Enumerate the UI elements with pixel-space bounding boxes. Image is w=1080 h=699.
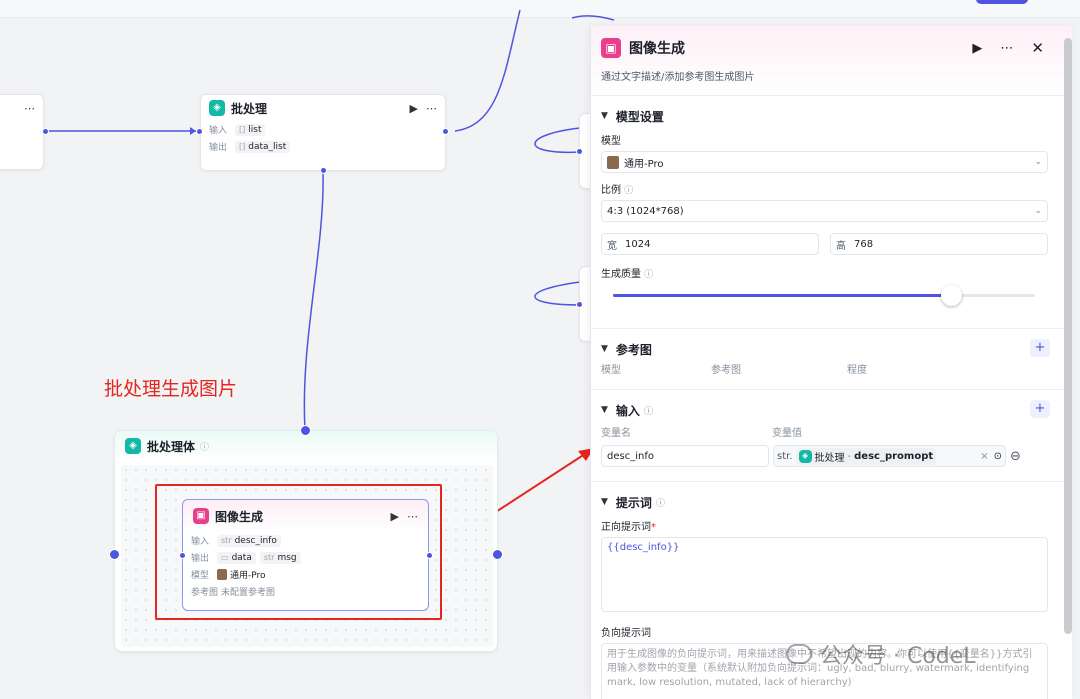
slider-fill <box>613 294 951 297</box>
info-icon: ⓘ <box>643 406 653 417</box>
partial-node-left[interactable]: ⋯ <box>0 94 44 170</box>
clear-icon[interactable]: × <box>980 451 988 462</box>
wire-batch-to-body <box>303 170 324 431</box>
bottom-port[interactable] <box>320 167 327 174</box>
output-port[interactable] <box>442 128 449 135</box>
info-icon: ⓘ <box>624 186 634 196</box>
column-header: 模型 <box>601 365 621 376</box>
output-chip: [] data_list <box>235 140 291 153</box>
remove-input-icon[interactable]: ⊖ <box>1010 449 1021 464</box>
wire-top <box>571 15 615 21</box>
panel-subtitle: 通过文字描述/添加参考图生成图片 <box>601 72 755 83</box>
layers-icon: ◈ <box>798 449 812 463</box>
quality-label: 生成质量 ⓘ <box>601 269 654 280</box>
chevron-down-icon: ⌄ <box>1034 157 1042 167</box>
column-header: 变量名 <box>601 428 631 439</box>
input-port[interactable] <box>109 549 120 560</box>
info-icon: ⓘ <box>655 498 665 509</box>
input-port[interactable] <box>576 301 583 308</box>
quality-slider[interactable] <box>601 284 1062 306</box>
wire-batch-out <box>454 9 521 132</box>
output-port[interactable] <box>42 128 49 135</box>
column-header: 程度 <box>847 365 867 376</box>
section-header[interactable]: ▼ 模型设置 <box>601 96 1062 136</box>
run-icon[interactable]: ▶ <box>972 41 982 56</box>
input-chip: [] list <box>235 123 266 136</box>
scrollbar[interactable] <box>1064 38 1072 634</box>
image-icon: ▣ <box>601 38 621 58</box>
annotation-highlight-box <box>155 484 442 620</box>
variable-reference-chip: ◈ 批处理 - desc_promopt <box>795 447 937 465</box>
wire-loop-1 <box>534 127 581 154</box>
batch-body-title: 批处理体 <box>147 439 196 454</box>
output-label: 输出 <box>209 143 228 153</box>
var-name-input[interactable]: desc_info <box>601 445 769 467</box>
add-input-button[interactable]: + <box>1030 400 1050 418</box>
layers-icon: ◈ <box>209 100 225 116</box>
chevron-down-icon: ▼ <box>601 344 608 354</box>
input-section: ▼ 输入 ⓘ + 变量名 变量值 desc_info str. ◈ 批处理 - … <box>591 390 1072 482</box>
more-icon[interactable]: ⋯ <box>1000 41 1013 56</box>
run-icon[interactable]: ▶ <box>410 102 418 115</box>
info-icon: ⓘ <box>200 442 210 453</box>
chat-bubble-icon <box>786 644 812 664</box>
batch-node[interactable]: ◈ 批处理 ▶ ⋯ 输入 [] list 输出 [] data_list <box>200 94 446 171</box>
ratio-select[interactable]: 4:3 (1024*768) ⌄ <box>601 200 1048 222</box>
chevron-down-icon: ▼ <box>601 111 608 121</box>
layers-icon: ◈ <box>125 438 141 454</box>
var-value-field[interactable]: str. ◈ 批处理 - desc_promopt × ⊙ <box>773 445 1006 467</box>
ratio-label: 比例 ⓘ <box>601 185 634 196</box>
column-header: 变量值 <box>772 428 802 439</box>
node-title: 批处理 <box>231 101 268 116</box>
target-icon[interactable]: ⊙ <box>994 451 1002 462</box>
chevron-down-icon: ▼ <box>601 497 608 507</box>
slider-thumb[interactable] <box>940 285 962 306</box>
section-header[interactable]: ▼ 提示词 ⓘ <box>601 482 1062 522</box>
column-header: 参考图 <box>711 365 741 376</box>
model-label: 模型 <box>601 136 621 147</box>
input-port[interactable] <box>196 128 203 135</box>
close-icon[interactable]: ✕ <box>1031 39 1044 57</box>
negative-prompt-label: 负向提示词 <box>601 628 651 639</box>
input-label: 输入 <box>209 126 228 136</box>
annotation-caption: 批处理生成图片 <box>104 378 238 400</box>
width-field[interactable]: 宽 1024 <box>601 233 819 255</box>
panel-title: 图像生成 <box>629 41 685 57</box>
positive-prompt-label: 正向提示词* <box>601 522 656 533</box>
model-settings-section: ▼ 模型设置 模型 通用-Pro ⌄ 比例 ⓘ 4:3 (1024*768) ⌄… <box>591 96 1072 329</box>
node-config-panel[interactable]: ▣ 图像生成 ▶ ⋯ ✕ 通过文字描述/添加参考图生成图片 ▼ 模型设置 模型 … <box>590 26 1072 699</box>
input-port[interactable] <box>576 148 583 155</box>
model-select[interactable]: 通用-Pro ⌄ <box>601 151 1048 173</box>
add-reference-button[interactable]: + <box>1030 339 1050 357</box>
output-port[interactable] <box>492 549 503 560</box>
watermark: 公众号 · CodeL <box>786 638 976 670</box>
model-avatar-icon <box>607 155 619 169</box>
reference-section: ▼ 参考图 + 模型 参考图 程度 <box>591 329 1072 390</box>
positive-prompt-textarea[interactable]: {{desc_info}} <box>601 537 1048 612</box>
chevron-down-icon: ▼ <box>601 405 608 415</box>
height-field[interactable]: 高 768 <box>830 233 1048 255</box>
more-icon[interactable]: ⋯ <box>24 102 35 115</box>
more-icon[interactable]: ⋯ <box>426 102 437 115</box>
wire-loop-2 <box>534 281 581 306</box>
info-icon: ⓘ <box>644 270 654 280</box>
top-port[interactable] <box>300 425 311 436</box>
chevron-down-icon: ⌄ <box>1034 206 1042 216</box>
